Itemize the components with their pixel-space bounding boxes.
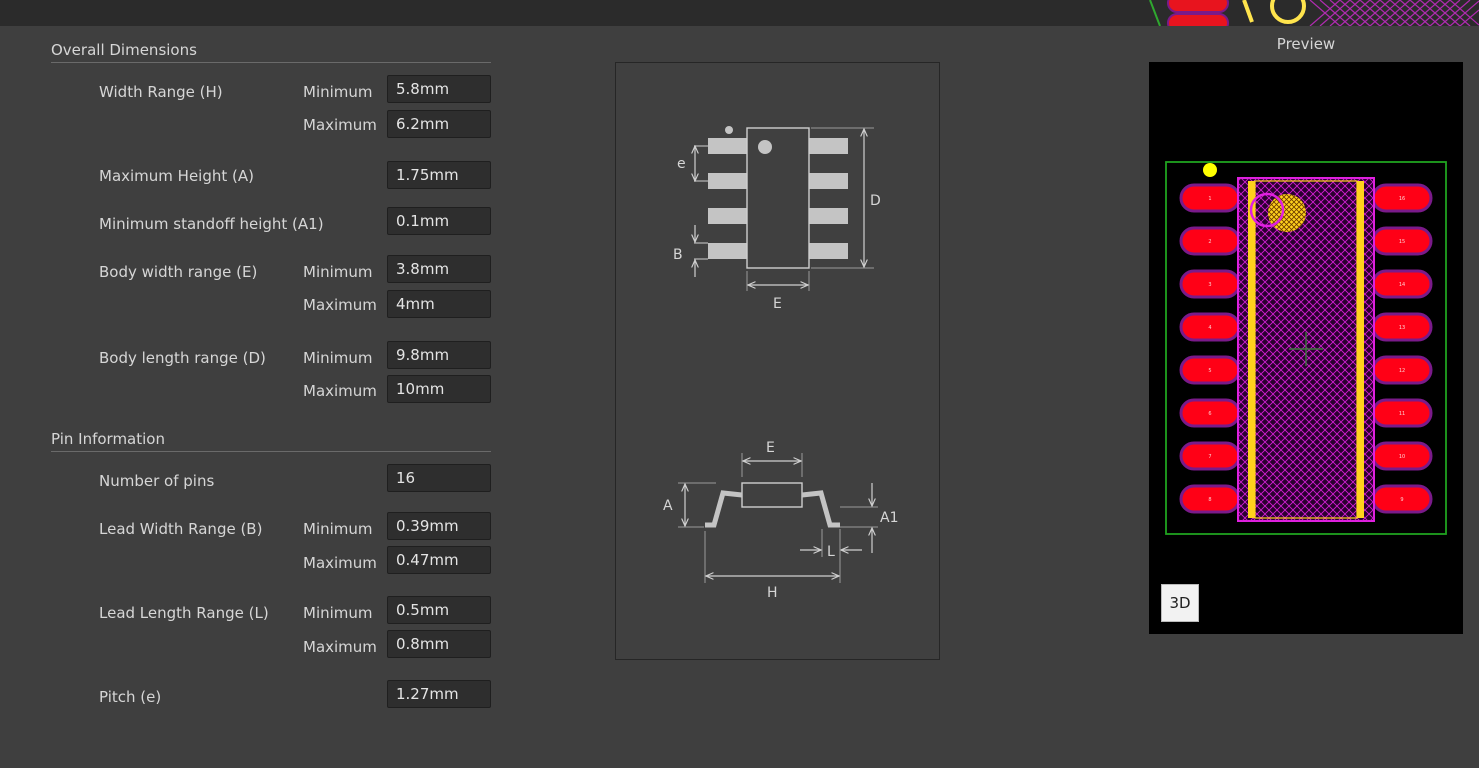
diagram-label-d: D — [870, 193, 881, 209]
diagram-label-e: e — [677, 156, 686, 172]
diagram-label-h: H — [767, 585, 778, 601]
lead-length-min-input[interactable] — [387, 596, 491, 624]
body-width-min-input[interactable] — [387, 255, 491, 283]
body-width-max-label: Maximum — [303, 296, 377, 314]
pad-label: 10 — [1399, 454, 1405, 460]
body-width-label: Body width range (E) — [99, 263, 258, 281]
pads-left: 1 2 3 4 5 6 7 8 — [1179, 183, 1241, 514]
body-length-max-input[interactable] — [387, 375, 491, 403]
lead-length-label: Lead Length Range (L) — [99, 604, 269, 622]
dimension-diagram: e B D E E A A1 L H — [663, 126, 898, 601]
width-min-input[interactable] — [387, 75, 491, 103]
pin1-marker-dot — [1203, 163, 1217, 177]
pad-label: 15 — [1399, 239, 1405, 245]
pads-right: 16 15 14 13 12 11 10 9 — [1371, 183, 1433, 514]
pad-label: 11 — [1399, 411, 1405, 417]
footprint-preview[interactable]: 12345678 16 15 14 13 12 11 10 9 — [1149, 62, 1463, 634]
diagram-label-a: A — [663, 498, 673, 514]
lead-width-label: Lead Width Range (B) — [99, 520, 263, 538]
width-min-label: Minimum — [303, 83, 373, 101]
pitch-input[interactable] — [387, 680, 491, 708]
dimension-diagram-panel: e B D E E A A1 L H — [615, 62, 940, 660]
min-standoff-label: Minimum standoff height (A1) — [99, 215, 324, 233]
lead-width-min-input[interactable] — [387, 512, 491, 540]
diagram-label-l: L — [827, 544, 835, 560]
pad-label: 14 — [1399, 282, 1405, 288]
width-max-label: Maximum — [303, 116, 377, 134]
lead-length-max-input[interactable] — [387, 630, 491, 658]
pad-label: 16 — [1399, 196, 1405, 202]
pad-label: 12 — [1399, 368, 1405, 374]
silkscreen-left-bar — [1248, 181, 1255, 518]
max-height-input[interactable] — [387, 161, 491, 189]
body-length-min-input[interactable] — [387, 341, 491, 369]
num-pins-label: Number of pins — [99, 472, 215, 490]
width-range-label: Width Range (H) — [99, 83, 223, 101]
diagram-label-e-body: E — [773, 296, 782, 312]
pitch-label: Pitch (e) — [99, 688, 162, 706]
pad-label: 6 — [1208, 411, 1211, 417]
section-title-pin-information: Pin Information — [51, 430, 491, 452]
pad-label: 8 — [1208, 497, 1211, 503]
footprint-thumbnail-strip — [1140, 0, 1479, 26]
side-view-diagram: E A A1 L H — [663, 440, 898, 601]
body-length-min-label: Minimum — [303, 349, 373, 367]
diagram-label-side-e: E — [766, 440, 775, 456]
silkscreen-right-bar — [1357, 181, 1364, 518]
diagram-label-a1: A1 — [880, 510, 898, 526]
pad-label: 7 — [1208, 454, 1211, 460]
pad-label: 3 — [1208, 282, 1211, 288]
section-title-overall-dimensions: Overall Dimensions — [51, 41, 491, 63]
pad-label: 1 — [1208, 196, 1211, 202]
lead-length-max-label: Maximum — [303, 638, 377, 656]
pad-label: 2 — [1208, 239, 1211, 245]
lead-width-min-label: Minimum — [303, 520, 373, 538]
top-view-diagram: e B D E — [673, 126, 881, 312]
preview-title: Preview — [1276, 35, 1336, 53]
width-max-input[interactable] — [387, 110, 491, 138]
pad-label: 4 — [1208, 325, 1211, 331]
lead-width-max-input[interactable] — [387, 546, 491, 574]
pad-label: 9 — [1400, 497, 1403, 503]
footprint-preview-canvas: 12345678 161514131211109 — [1165, 161, 1447, 535]
3d-view-button[interactable]: 3D — [1161, 584, 1199, 622]
diagram-label-b: B — [673, 247, 683, 263]
body-length-max-label: Maximum — [303, 382, 377, 400]
body-width-min-label: Minimum — [303, 263, 373, 281]
body-width-max-input[interactable] — [387, 290, 491, 318]
num-pins-input[interactable] — [387, 464, 491, 492]
lead-length-min-label: Minimum — [303, 604, 373, 622]
min-standoff-input[interactable] — [387, 207, 491, 235]
body-length-label: Body length range (D) — [99, 349, 266, 367]
top-toolbar — [0, 0, 1479, 26]
pad-label: 13 — [1399, 325, 1405, 331]
lead-width-max-label: Maximum — [303, 554, 377, 572]
pad-label: 5 — [1208, 368, 1211, 374]
max-height-label: Maximum Height (A) — [99, 167, 254, 185]
